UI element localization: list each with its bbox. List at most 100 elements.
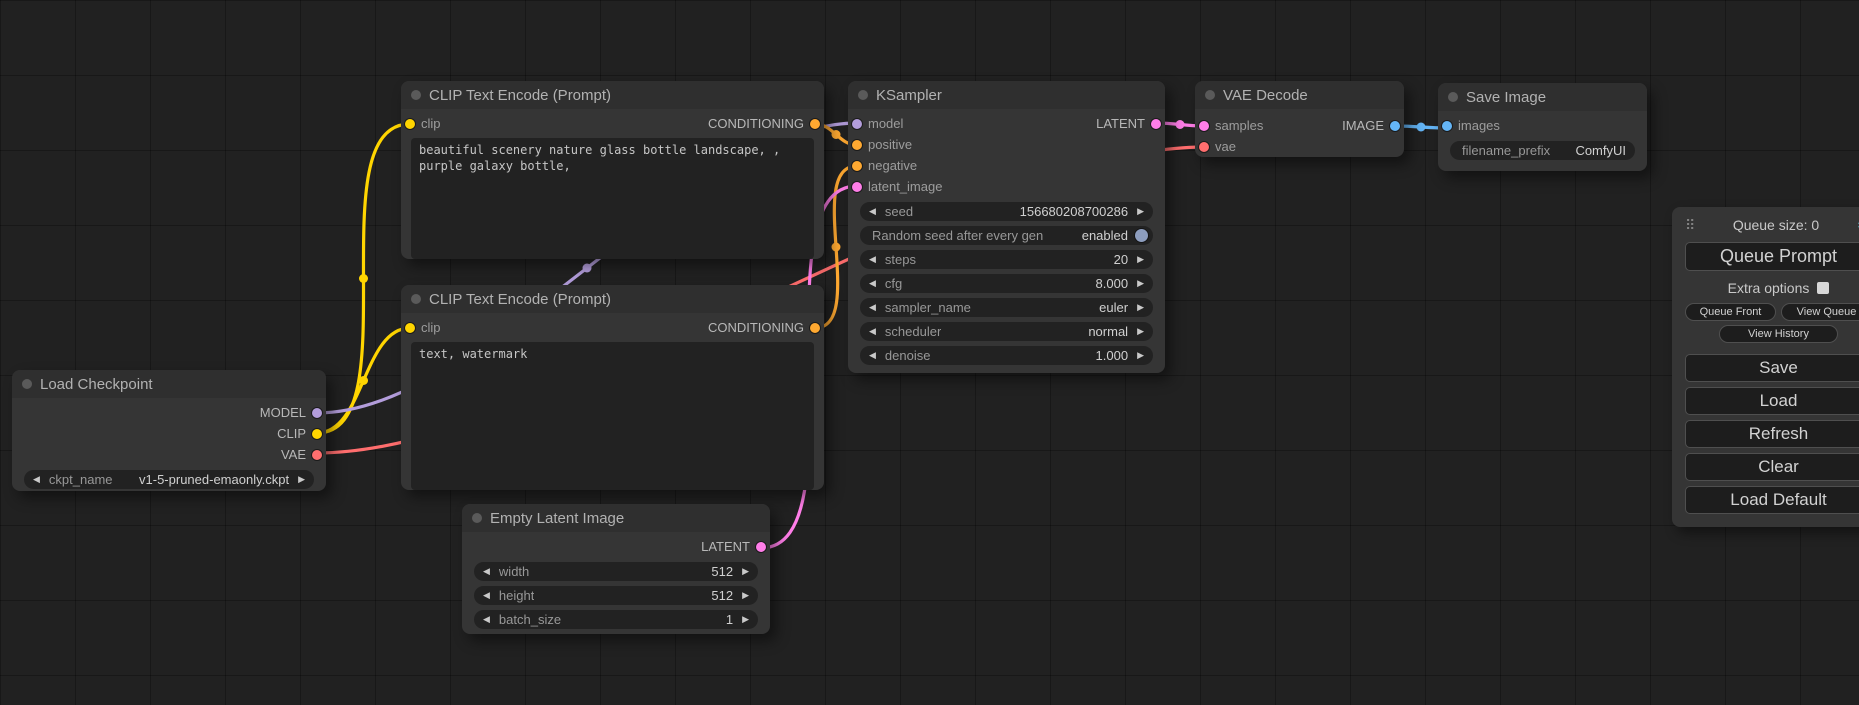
increment-arrow-icon[interactable]: ▶ xyxy=(1137,279,1144,288)
output-label-clip: CLIP xyxy=(277,426,306,441)
node-header[interactable]: Load Checkpoint xyxy=(12,370,326,398)
queue-front-button[interactable]: Queue Front xyxy=(1685,303,1776,321)
widget-ckpt-name[interactable]: ◀ ckpt_name v1-5-pruned-emaonly.ckpt ▶ xyxy=(24,470,314,489)
widget-control-after-generate[interactable]: Random seed after every gen enabled xyxy=(860,226,1153,245)
input-label-latent-image: latent_image xyxy=(868,179,942,194)
increment-arrow-icon[interactable]: ▶ xyxy=(742,591,749,600)
collapse-dot[interactable] xyxy=(22,379,32,389)
view-history-button[interactable]: View History xyxy=(1719,325,1839,343)
node-ksampler[interactable]: KSampler model LATENT positive xyxy=(848,81,1165,373)
output-label-latent: LATENT xyxy=(1096,116,1145,131)
decrement-arrow-icon[interactable]: ◀ xyxy=(869,303,876,312)
output-slot-image[interactable] xyxy=(1390,121,1400,131)
collapse-dot[interactable] xyxy=(1205,90,1215,100)
collapse-dot[interactable] xyxy=(858,90,868,100)
output-slot-model[interactable] xyxy=(312,408,322,418)
wire-clip-to-negative-prompt xyxy=(317,328,410,433)
load-button[interactable]: Load xyxy=(1685,387,1859,415)
node-header[interactable]: CLIP Text Encode (Prompt) xyxy=(401,81,824,109)
increment-arrow-icon[interactable]: ▶ xyxy=(1137,351,1144,360)
widget-sampler-name[interactable]: ◀ sampler_name euler ▶ xyxy=(860,298,1153,317)
widget-batch-size[interactable]: ◀ batch_size 1 ▶ xyxy=(474,610,758,629)
increment-arrow-icon[interactable]: ▶ xyxy=(1137,327,1144,336)
negative-prompt-textarea[interactable]: text, watermark xyxy=(411,342,814,490)
decrement-arrow-icon[interactable]: ◀ xyxy=(483,567,490,576)
node-clip-text-encode-positive[interactable]: CLIP Text Encode (Prompt) clip CONDITION… xyxy=(401,81,824,259)
increment-arrow-icon[interactable]: ▶ xyxy=(1137,207,1144,216)
widget-label: denoise xyxy=(885,348,931,363)
output-slot-clip[interactable] xyxy=(312,429,322,439)
decrement-arrow-icon[interactable]: ◀ xyxy=(869,327,876,336)
widget-value: 1.000 xyxy=(1096,348,1129,363)
input-slot-model[interactable] xyxy=(852,119,862,129)
output-slot-vae[interactable] xyxy=(312,450,322,460)
node-header[interactable]: KSampler xyxy=(848,81,1165,109)
output-label-model: MODEL xyxy=(260,405,306,420)
increment-arrow-icon[interactable]: ▶ xyxy=(742,615,749,624)
input-slot-negative[interactable] xyxy=(852,161,862,171)
input-slot-positive[interactable] xyxy=(852,140,862,150)
widget-scheduler[interactable]: ◀ scheduler normal ▶ xyxy=(860,322,1153,341)
increment-arrow-icon[interactable]: ▶ xyxy=(298,475,305,484)
drag-handle-icon[interactable]: ⠿ xyxy=(1685,217,1695,234)
node-empty-latent-image[interactable]: Empty Latent Image LATENT ◀ width 512 ▶ … xyxy=(462,504,770,634)
output-slot-conditioning[interactable] xyxy=(810,323,820,333)
refresh-button[interactable]: Refresh xyxy=(1685,420,1859,448)
node-vae-decode[interactable]: VAE Decode samples IMAGE vae xyxy=(1195,81,1404,157)
load-default-button[interactable]: Load Default xyxy=(1685,486,1859,514)
widget-seed[interactable]: ◀ seed 156680208700286 ▶ xyxy=(860,202,1153,221)
widget-denoise[interactable]: ◀ denoise 1.000 ▶ xyxy=(860,346,1153,365)
collapse-dot[interactable] xyxy=(411,294,421,304)
decrement-arrow-icon[interactable]: ◀ xyxy=(869,255,876,264)
widget-steps[interactable]: ◀ steps 20 ▶ xyxy=(860,250,1153,269)
decrement-arrow-icon[interactable]: ◀ xyxy=(483,615,490,624)
widget-width[interactable]: ◀ width 512 ▶ xyxy=(474,562,758,581)
link-midpoint-dot xyxy=(832,243,841,252)
clear-button[interactable]: Clear xyxy=(1685,453,1859,481)
output-label-conditioning: CONDITIONING xyxy=(708,320,804,335)
decrement-arrow-icon[interactable]: ◀ xyxy=(483,591,490,600)
output-slot-conditioning[interactable] xyxy=(810,119,820,129)
input-slot-vae[interactable] xyxy=(1199,142,1209,152)
node-canvas[interactable]: Load Checkpoint MODEL CLIP VAE xyxy=(0,0,1859,705)
toggle-knob[interactable] xyxy=(1135,229,1148,242)
queue-prompt-button[interactable]: Queue Prompt xyxy=(1685,242,1859,271)
output-slot-latent[interactable] xyxy=(1151,119,1161,129)
input-slot-samples[interactable] xyxy=(1199,121,1209,131)
node-header[interactable]: Empty Latent Image xyxy=(462,504,770,532)
wire-clip-to-positive-prompt xyxy=(317,124,410,433)
output-label-conditioning: CONDITIONING xyxy=(708,116,804,131)
widget-value: normal xyxy=(1088,324,1128,339)
node-header[interactable]: CLIP Text Encode (Prompt) xyxy=(401,285,824,313)
widget-cfg[interactable]: ◀ cfg 8.000 ▶ xyxy=(860,274,1153,293)
decrement-arrow-icon[interactable]: ◀ xyxy=(869,279,876,288)
input-slot-images[interactable] xyxy=(1442,121,1452,131)
input-slot-latent-image[interactable] xyxy=(852,182,862,192)
increment-arrow-icon[interactable]: ▶ xyxy=(1137,303,1144,312)
output-label-vae: VAE xyxy=(281,447,306,462)
node-save-image[interactable]: Save Image images filename_prefix ComfyU… xyxy=(1438,83,1647,171)
increment-arrow-icon[interactable]: ▶ xyxy=(742,567,749,576)
node-load-checkpoint[interactable]: Load Checkpoint MODEL CLIP VAE xyxy=(12,370,326,491)
node-header[interactable]: Save Image xyxy=(1438,83,1647,111)
extra-options-checkbox[interactable] xyxy=(1817,282,1829,294)
positive-prompt-textarea[interactable]: beautiful scenery nature glass bottle la… xyxy=(411,138,814,259)
input-label-negative: negative xyxy=(868,158,917,173)
collapse-dot[interactable] xyxy=(1448,92,1458,102)
node-clip-text-encode-negative[interactable]: CLIP Text Encode (Prompt) clip CONDITION… xyxy=(401,285,824,490)
widget-filename-prefix[interactable]: filename_prefix ComfyUI xyxy=(1450,141,1635,160)
output-slot-latent[interactable] xyxy=(756,542,766,552)
collapse-dot[interactable] xyxy=(411,90,421,100)
input-slot-clip[interactable] xyxy=(405,119,415,129)
collapse-dot[interactable] xyxy=(472,513,482,523)
view-queue-button[interactable]: View Queue xyxy=(1781,303,1859,321)
decrement-arrow-icon[interactable]: ◀ xyxy=(33,475,40,484)
decrement-arrow-icon[interactable]: ◀ xyxy=(869,207,876,216)
save-button[interactable]: Save xyxy=(1685,354,1859,382)
node-header[interactable]: VAE Decode xyxy=(1195,81,1404,109)
decrement-arrow-icon[interactable]: ◀ xyxy=(869,351,876,360)
increment-arrow-icon[interactable]: ▶ xyxy=(1137,255,1144,264)
widget-height[interactable]: ◀ height 512 ▶ xyxy=(474,586,758,605)
input-slot-clip[interactable] xyxy=(405,323,415,333)
widget-value: 512 xyxy=(711,564,733,579)
